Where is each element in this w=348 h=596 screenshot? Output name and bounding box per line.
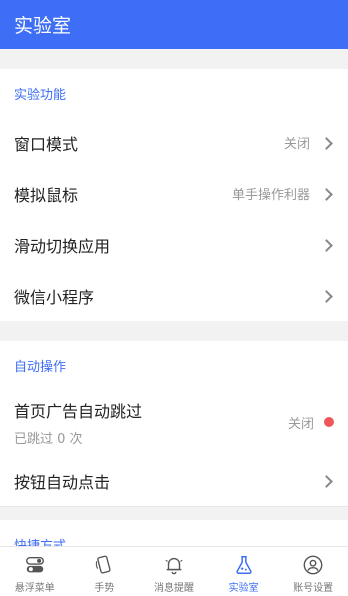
nav-notifications[interactable]: 消息提醒: [139, 547, 209, 596]
skip-ads-value: 关闭: [287, 416, 314, 432]
skip-ads-row[interactable]: 首页广告自动跳过 已跳过 0 次 关闭: [0, 389, 348, 455]
experimental-section: 实验功能 窗口模式 关闭 模拟鼠标 单手操作利器 滑动切换应用 微信小程序: [0, 69, 348, 321]
skip-ads-label: 首页广告自动跳过: [14, 401, 143, 421]
nav-gesture[interactable]: 手势: [70, 547, 140, 596]
nav-label: 账号设置: [293, 583, 334, 594]
bottom-nav: 悬浮菜单 手势 消息提醒 实验室 账号设置: [0, 546, 348, 596]
nav-label: 悬浮菜单: [14, 583, 55, 594]
window-mode-row[interactable]: 窗口模式 关闭: [0, 117, 348, 168]
content-scroll[interactable]: 实验功能 窗口模式 关闭 模拟鼠标 单手操作利器 滑动切换应用 微信小程序 自动…: [0, 49, 348, 546]
auto-click-label: 按钮自动点击: [14, 472, 111, 492]
chevron-right-icon: [320, 289, 334, 303]
flask-icon: [235, 556, 252, 574]
auto-section: 自动操作 首页广告自动跳过 已跳过 0 次 关闭 按钮自动点击: [0, 341, 348, 507]
mouse-sim-value: 单手操作利器: [231, 188, 310, 203]
chevron-right-icon: [320, 238, 334, 252]
wechat-miniprogram-row[interactable]: 微信小程序: [0, 270, 348, 321]
chevron-right-icon: [320, 136, 334, 150]
swipe-switch-label: 滑动切换应用: [14, 236, 111, 256]
user-icon: [303, 555, 323, 575]
chevron-right-icon: [320, 474, 334, 488]
swipe-switch-row[interactable]: 滑动切换应用: [0, 219, 348, 270]
auto-click-row[interactable]: 按钮自动点击: [0, 455, 348, 506]
section-title-auto: 自动操作: [14, 359, 67, 375]
nav-floating-menu[interactable]: 悬浮菜单: [0, 547, 70, 596]
section-title-shortcuts: 快捷方式: [14, 538, 67, 547]
section-title-experimental: 实验功能: [14, 87, 67, 103]
window-mode-value: 关闭: [283, 137, 310, 152]
toggle-icon: [25, 556, 44, 573]
chevron-right-icon: [320, 187, 334, 201]
wechat-miniprogram-label: 微信小程序: [14, 287, 95, 307]
status-dot: [324, 417, 334, 427]
nav-label: 消息提醒: [153, 583, 194, 594]
nav-label: 实验室: [228, 583, 259, 594]
app-bar: 实验室: [0, 0, 348, 49]
nav-account[interactable]: 账号设置: [278, 547, 348, 596]
nav-lab[interactable]: 实验室: [209, 547, 279, 596]
shortcuts-section: 快捷方式: [0, 520, 348, 546]
skip-ads-count: 已跳过 0 次: [14, 431, 83, 447]
window-mode-label: 窗口模式: [14, 134, 79, 154]
mouse-sim-row[interactable]: 模拟鼠标 单手操作利器: [0, 168, 348, 219]
mouse-sim-label: 模拟鼠标: [14, 185, 79, 205]
bell-icon: [165, 557, 183, 575]
phone-gesture-icon: [96, 555, 111, 574]
page-title: 实验室: [14, 15, 72, 37]
nav-label: 手势: [94, 583, 115, 594]
